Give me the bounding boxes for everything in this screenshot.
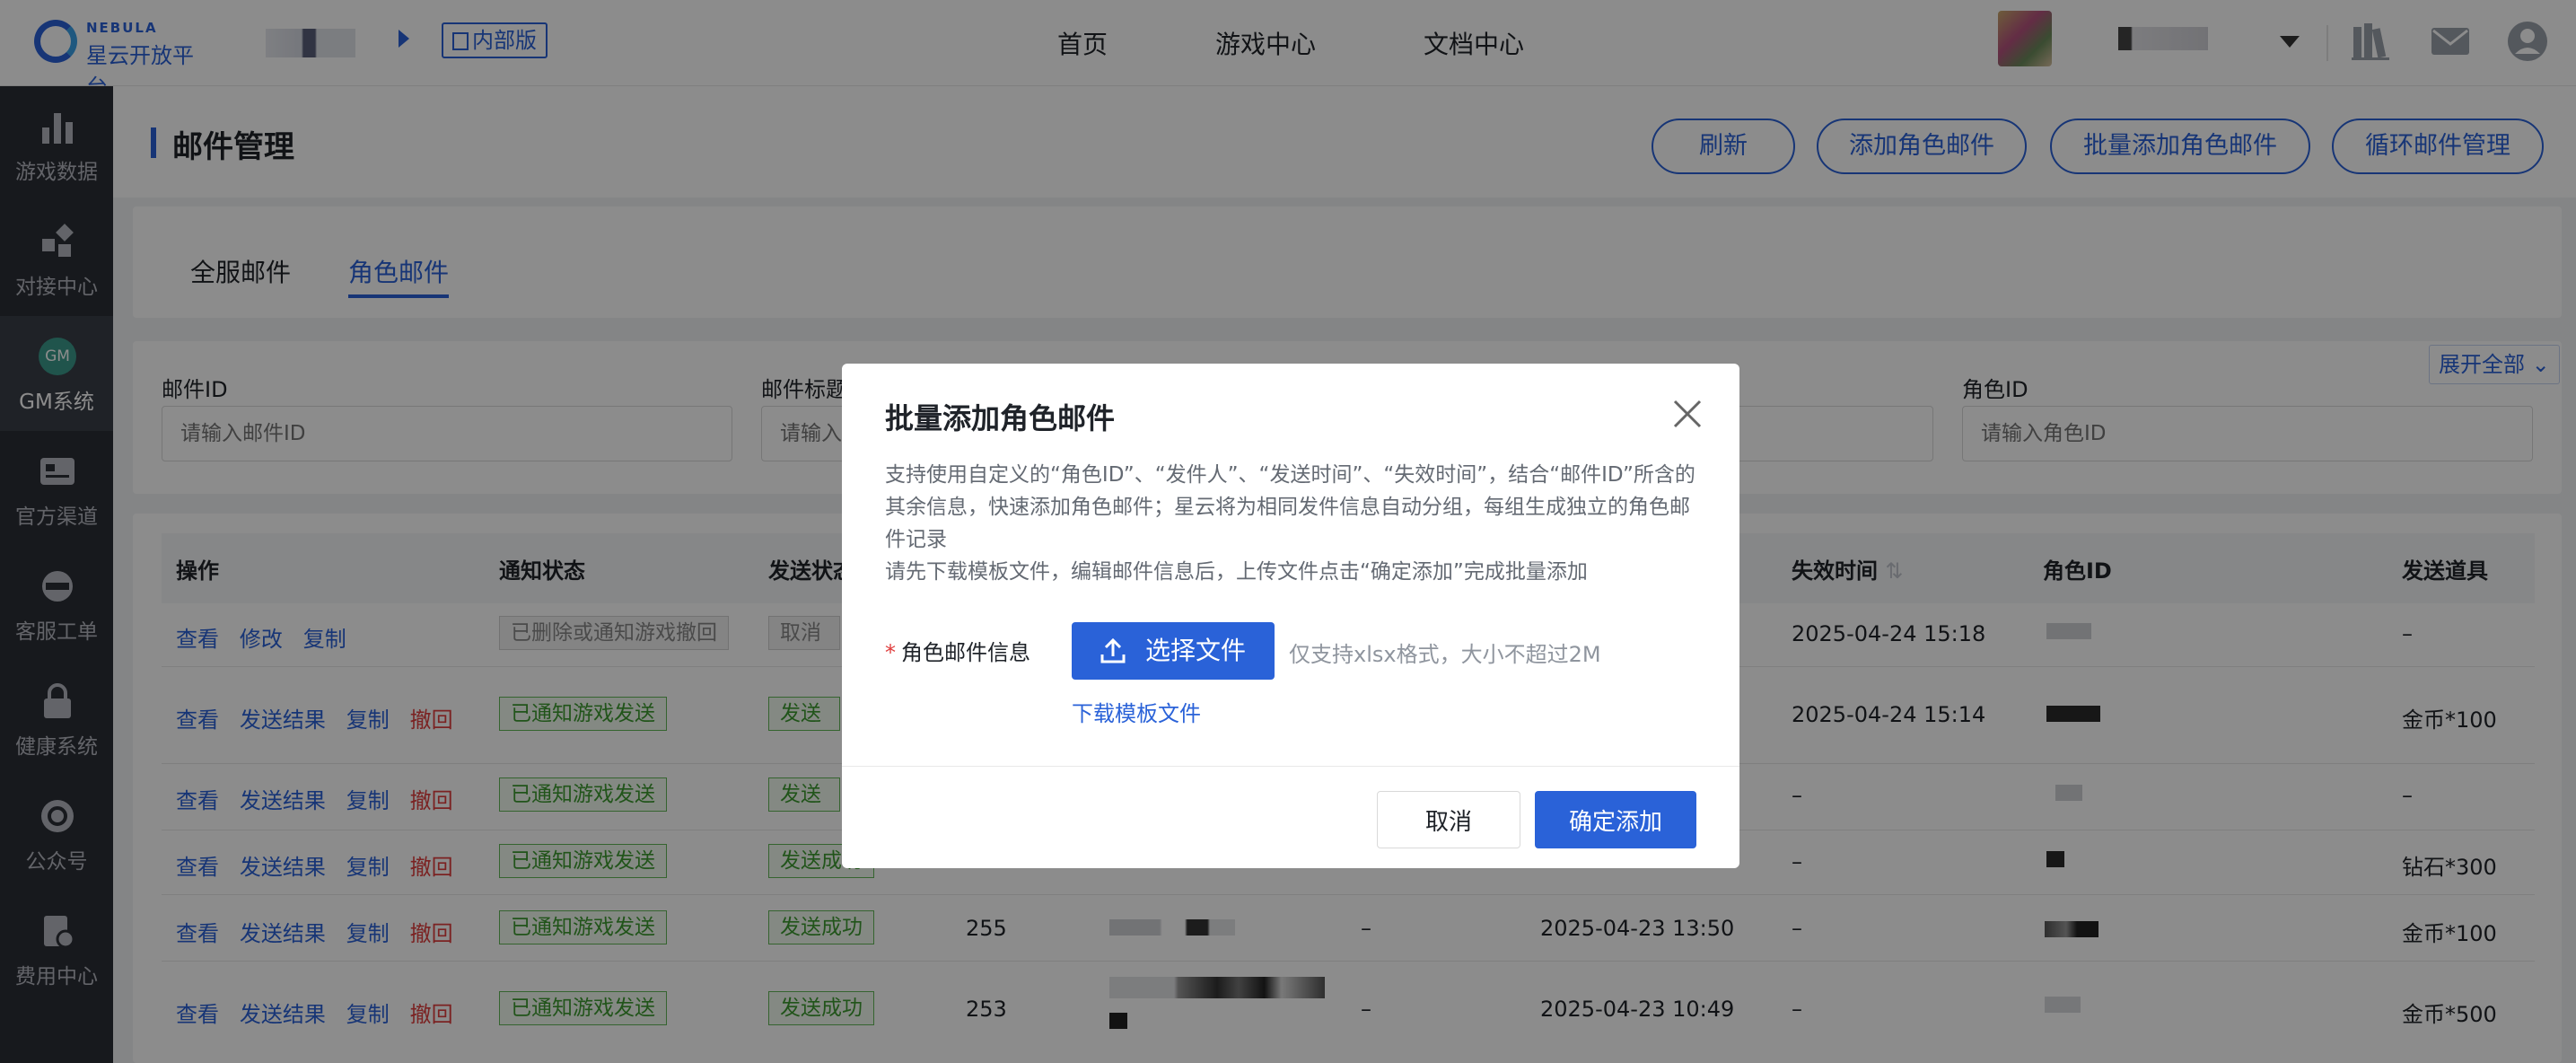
confirm-add-button[interactable]: 确定添加 [1535,791,1696,848]
required-marker: * [885,640,896,665]
close-icon[interactable] [1669,396,1705,432]
dialog-description: 支持使用自定义的“角色ID”、“发件人”、“发送时间”、“失效时间”，结合“邮件… [885,459,1698,588]
batch-add-role-mail-dialog: 批量添加角色邮件 支持使用自定义的“角色ID”、“发件人”、“发送时间”、“失效… [842,364,1739,868]
dialog-footer-divider [842,766,1739,767]
description-line-2: 请先下载模板文件，编辑邮件信息后，上传文件点击“确定添加”完成批量添加 [885,560,1588,584]
cancel-button[interactable]: 取消 [1377,791,1520,848]
description-line-1: 支持使用自定义的“角色ID”、“发件人”、“发送时间”、“失效时间”，结合“邮件… [885,463,1695,551]
dialog-title: 批量添加角色邮件 [885,401,1116,435]
file-format-hint: 仅支持xlsx格式，大小不超过2M [1289,642,1601,667]
select-file-label: 选择文件 [1145,636,1247,665]
download-template-link[interactable]: 下载模板文件 [1072,696,1201,727]
field-label-text: 角色邮件信息 [901,640,1030,665]
upload-icon [1100,637,1126,663]
role-mail-info-label: * 角色邮件信息 [885,635,1030,666]
select-file-button[interactable]: 选择文件 [1072,622,1275,680]
